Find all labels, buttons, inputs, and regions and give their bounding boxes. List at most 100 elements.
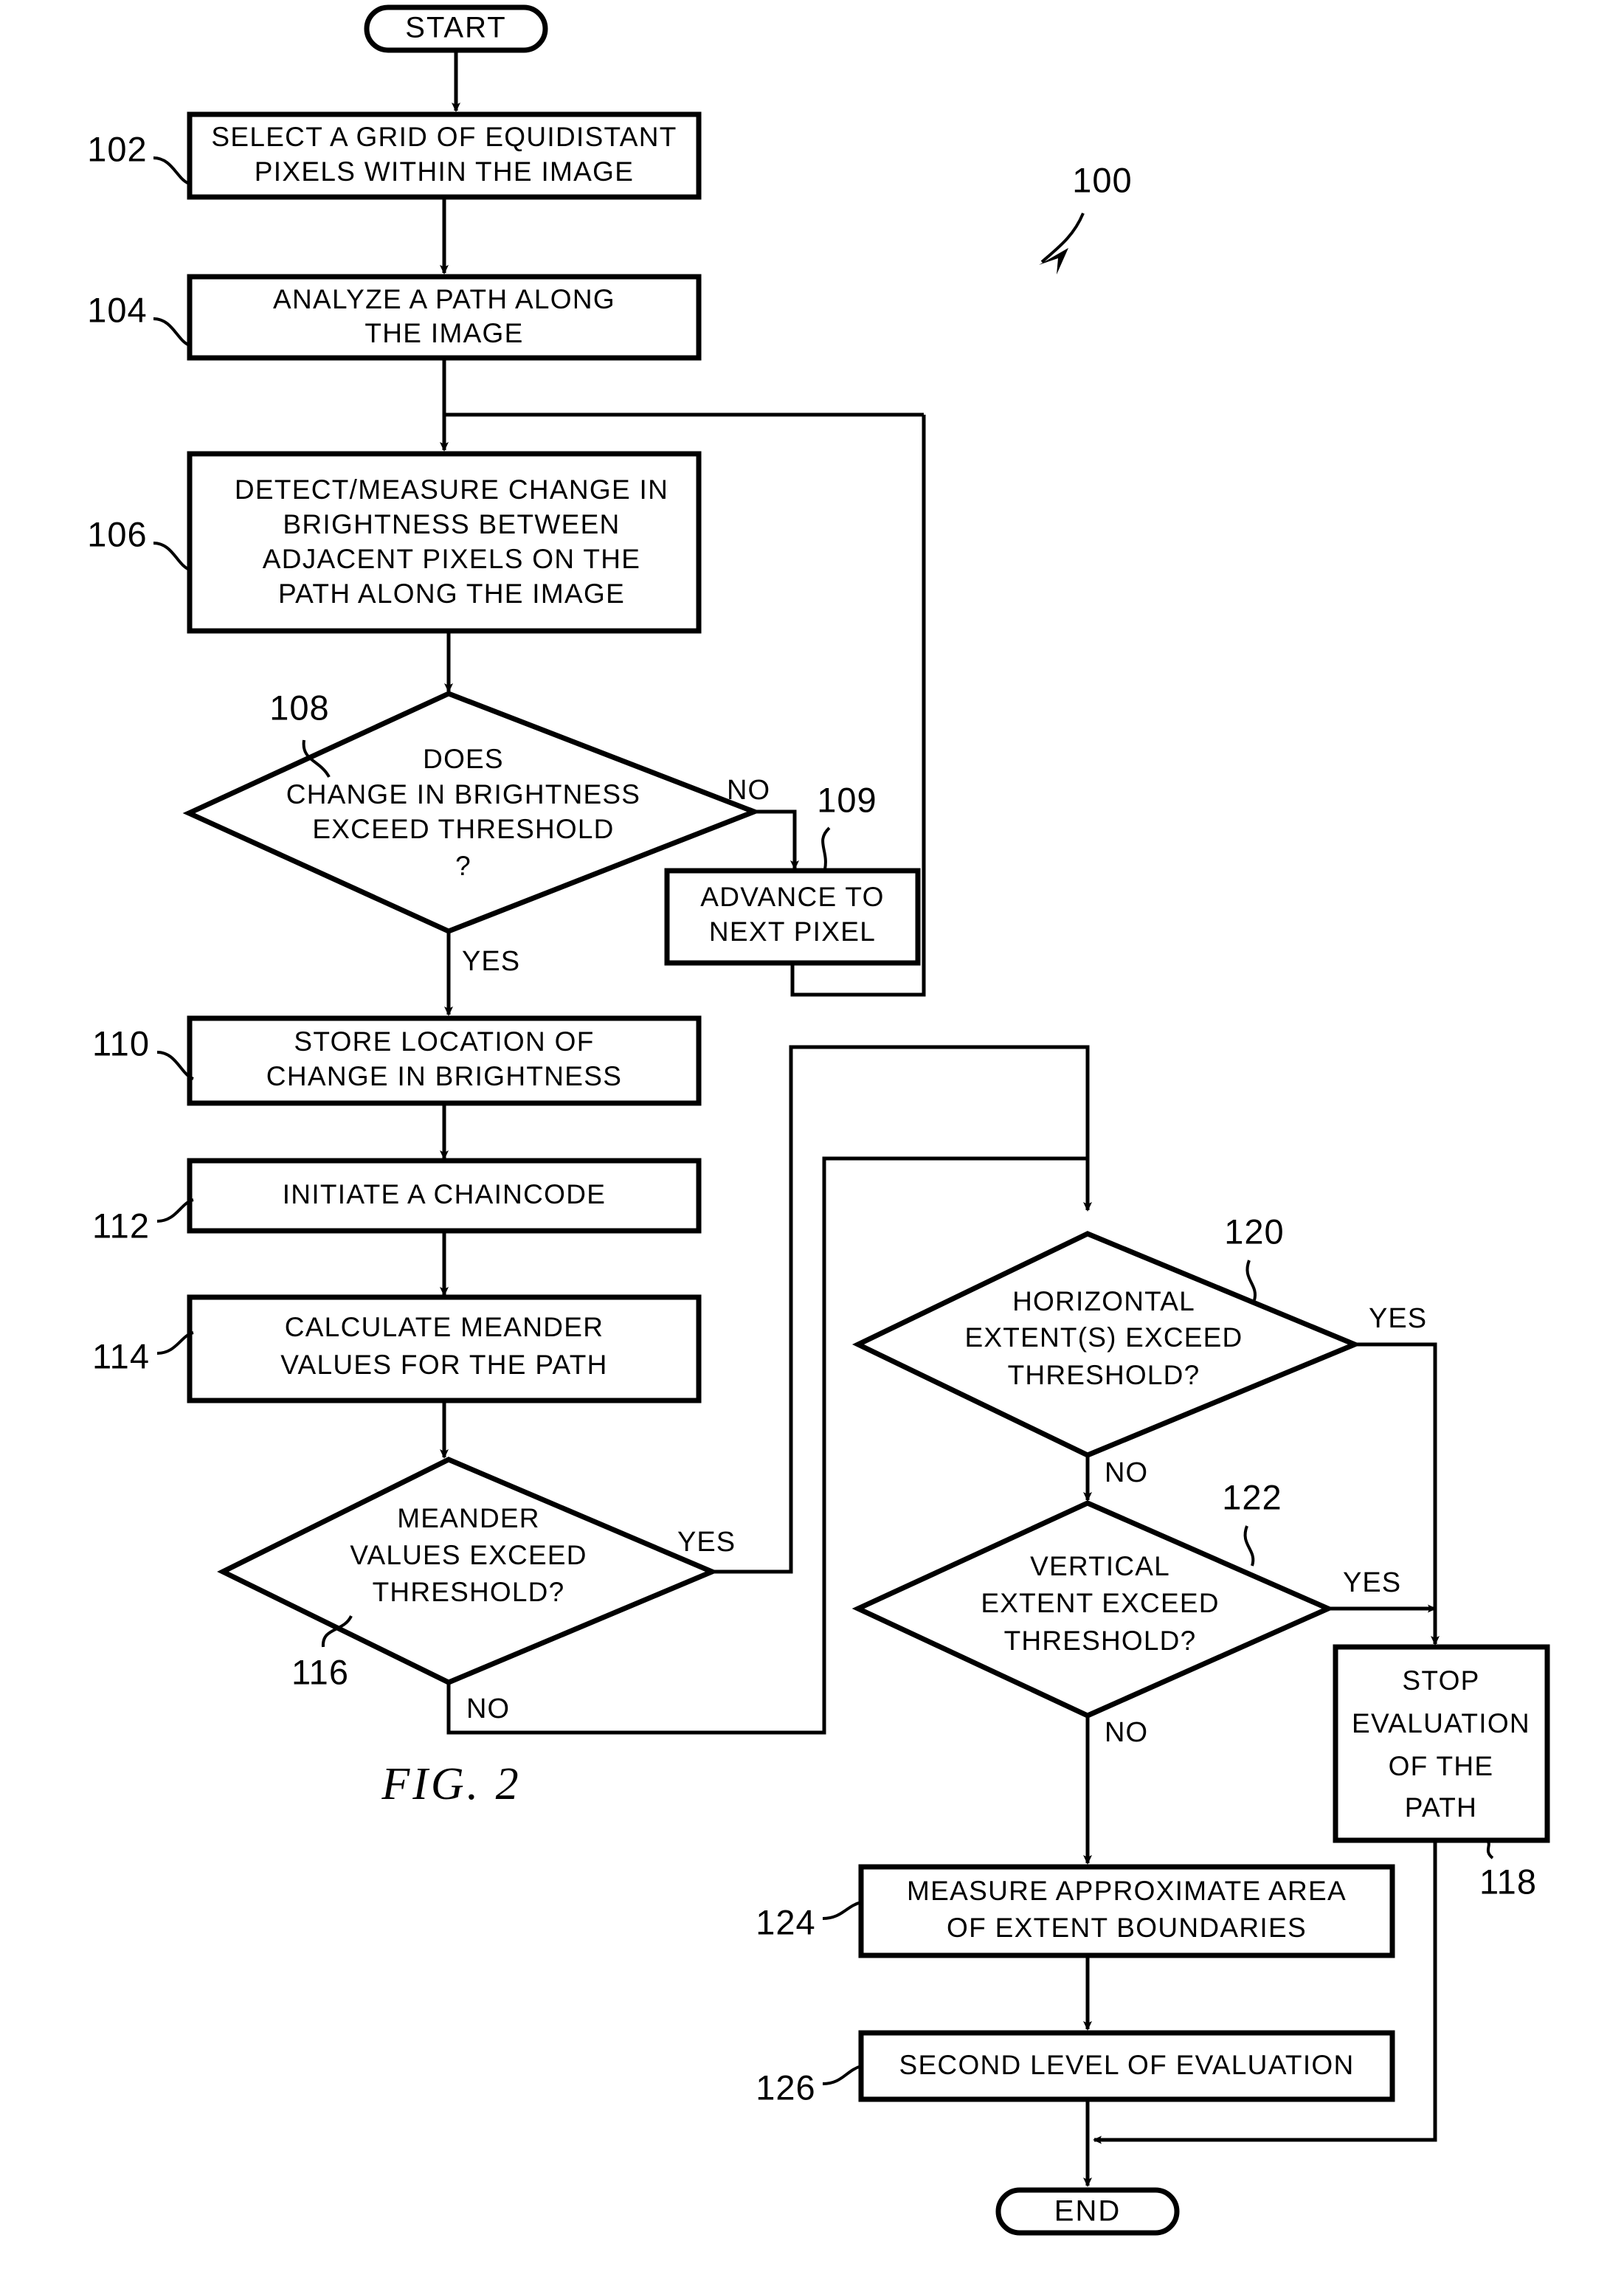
start-label: START [405,12,506,44]
node-104-line-2: THE IMAGE [364,318,523,348]
node-116-line-3: THRESHOLD? [373,1577,565,1607]
node-start: START [364,4,548,53]
ref-120-group: 120 [1224,1212,1284,1301]
ref-label-114: 114 [92,1336,150,1375]
node-116: MEANDER VALUES EXCEED THRESHOLD? [217,1457,719,1685]
node-124-line-2: OF EXTENT BOUNDARIES [947,1913,1307,1943]
node-126: SECOND LEVEL OF EVALUATION [858,2030,1395,2102]
ref-109-leader [821,826,831,870]
edge-label-108-no: NO [727,775,770,806]
ref-106-group: 106 [87,514,190,571]
node-118-line-3: OF THE [1389,1751,1494,1781]
ref-label-104: 104 [87,290,147,329]
node-120: HORIZONTAL EXTENT(S) EXCEED THRESHOLD? [851,1231,1362,1458]
node-end: END [995,2187,1180,2236]
node-108-line-2: CHANGE IN BRIGHTNESS [286,779,640,809]
ref-label-110: 110 [92,1023,150,1063]
node-126-line-1: SECOND LEVEL OF EVALUATION [899,2050,1354,2080]
node-116-shape [217,1457,719,1685]
edge-label-122-yes: YES [1343,1567,1401,1598]
ref-label-106: 106 [87,514,147,553]
ref-102-leader [153,156,190,185]
ref-label-112: 112 [92,1206,150,1245]
node-106-line-3: ADJACENT PIXELS ON THE [263,544,640,574]
node-106-line-4: PATH ALONG THE IMAGE [278,579,625,609]
ref-126-group: 126 [756,2065,862,2107]
patent-figure: 100 START SELECT A GRID OF EQUIDISTANT P… [0,0,1624,2269]
ref-124-leader [822,1901,862,1920]
node-102: SELECT A GRID OF EQUIDISTANT PIXELS WITH… [187,111,702,200]
edge-label-120-no: NO [1105,1457,1148,1488]
node-102-line-1: SELECT A GRID OF EQUIDISTANT [211,122,677,152]
node-124-line-1: MEASURE APPROXIMATE AREA [907,1876,1347,1906]
node-120-line-3: THRESHOLD? [1008,1360,1200,1390]
node-116-line-1: MEANDER [397,1503,539,1533]
ref-label-122: 122 [1222,1477,1282,1516]
node-114-line-1: CALCULATE MEANDER [285,1312,604,1342]
node-112: INITIATE A CHAINCODE [187,1158,702,1234]
ref-label-120: 120 [1224,1212,1284,1251]
node-122-line-1: VERTICAL [1030,1551,1170,1581]
ref-label-102: 102 [87,129,147,168]
node-106: DETECT/MEASURE CHANGE IN BRIGHTNESS BETW… [187,451,702,634]
ref-116-group: 116 [291,1615,353,1691]
ref-122-leader [1243,1525,1255,1567]
flowchart-diagram: 100 START SELECT A GRID OF EQUIDISTANT P… [0,0,1624,2269]
ref-118-leader [1485,1839,1494,1859]
node-109-line-1: ADVANCE TO [700,882,884,912]
node-110-line-2: CHANGE IN BRIGHTNESS [266,1061,622,1091]
ref-label-116: 116 [291,1652,349,1691]
ref-118-group: 118 [1479,1839,1536,1901]
ref-label-100: 100 [1072,160,1132,199]
node-122: VERTICAL EXTENT EXCEED THRESHOLD? [851,1500,1335,1719]
node-108-line-4: ? [455,851,471,881]
node-120-line-2: EXTENT(S) EXCEED [965,1322,1243,1353]
ref-label-108: 108 [269,688,329,727]
ref-112-group: 112 [92,1198,194,1245]
overall-ref-100: 100 [1039,160,1132,274]
ref-label-124: 124 [756,1902,815,1941]
edge-108-no-to-109 [754,809,799,870]
node-114: CALCULATE MEANDER VALUES FOR THE PATH [187,1294,702,1403]
node-110: STORE LOCATION OF CHANGE IN BRIGHTNESS [187,1015,702,1106]
node-118-line-4: PATH [1405,1792,1477,1823]
ref-122-group: 122 [1222,1477,1282,1567]
node-122-line-2: EXTENT EXCEED [981,1588,1219,1618]
ref-102-group: 102 [87,129,190,185]
node-104: ANALYZE A PATH ALONG THE IMAGE [187,274,702,361]
ref-126-leader [822,2065,862,2085]
ref-120-leader [1245,1260,1257,1301]
node-108-line-1: DOES [423,744,504,774]
node-110-line-1: STORE LOCATION OF [294,1026,594,1057]
node-116-line-2: VALUES EXCEED [350,1540,587,1570]
node-106-line-2: BRIGHTNESS BETWEEN [283,509,620,539]
edge-120-yes-to-118 [1355,1342,1440,1645]
node-108-line-3: EXCEED THRESHOLD [312,814,614,844]
ref-104-group: 104 [87,290,190,347]
node-109-line-2: NEXT PIXEL [709,916,876,947]
node-118-line-2: EVALUATION [1352,1708,1530,1738]
ref-label-109: 109 [817,780,877,819]
node-104-line-1: ANALYZE A PATH ALONG [273,284,615,314]
node-106-line-1: DETECT/MEASURE CHANGE IN [235,474,668,505]
ref-106-leader [153,542,190,571]
ref-110-group: 110 [92,1023,194,1080]
ref-124-group: 124 [756,1901,862,1941]
edge-label-116-yes: YES [677,1527,736,1558]
node-109: ADVANCE TO NEXT PIXEL [664,868,921,966]
node-114-line-2: VALUES FOR THE PATH [280,1350,607,1380]
node-118-line-1: STOP [1402,1665,1479,1696]
ref-114-group: 114 [92,1331,194,1375]
node-120-line-1: HORIZONTAL [1012,1286,1195,1316]
edge-label-120-yes: YES [1369,1303,1427,1334]
ref-label-126: 126 [756,2068,815,2107]
edge-label-108-yes: YES [462,946,520,977]
figure-caption: FIG. 2 [381,1759,521,1809]
ref-109-group: 109 [817,780,877,870]
edge-label-116-no: NO [466,1693,510,1724]
end-label: END [1054,2195,1121,2228]
edge-label-122-no: NO [1105,1717,1148,1748]
node-102-line-2: PIXELS WITHIN THE IMAGE [255,156,634,187]
node-122-line-3: THRESHOLD? [1004,1626,1197,1656]
node-112-line-1: INITIATE A CHAINCODE [283,1179,607,1209]
